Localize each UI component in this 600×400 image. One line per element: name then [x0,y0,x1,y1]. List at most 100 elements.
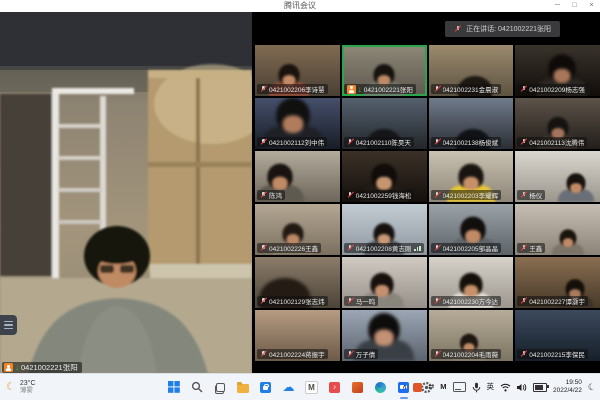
wifi-icon[interactable] [500,383,511,392]
participant-name: 0421002208黄志刚 [356,243,412,253]
mic-muted-icon [434,350,441,358]
participant-grid-pane: 正在讲话: 0421002221张阳 0421002206李诗慧 ↓0421002… [255,12,600,374]
participant-nameplate: 0421002208黄志刚 [344,243,424,253]
battery-icon[interactable] [533,383,547,392]
participant-tile[interactable]: 0421002112刘中伟 [255,98,340,149]
participant-tile[interactable]: 0421002231金晨淑 [429,45,514,96]
mic-muted-icon [434,191,441,199]
participant-list-toggle[interactable] [0,315,17,335]
onedrive-button[interactable]: ☁ [281,380,296,395]
participant-tile[interactable]: 0421002230方今达 [429,257,514,308]
office-app-button[interactable] [350,380,365,395]
store-bag-icon [260,382,271,393]
participant-name: 0421002110陈昊天 [356,137,411,147]
weather-widget[interactable]: ☾ 23°C 薄雾 [6,374,36,400]
participant-name: 0421002203李耀辉 [443,190,499,200]
windows-taskbar: ☾ 23°C 薄雾 ☁ M ♪ [0,373,600,400]
participant-nameplate: 杨仪 [517,190,545,200]
mic-muted-icon [520,350,527,358]
participant-nameplate: 0421002112刘中伟 [257,137,327,147]
participant-tile[interactable]: 0421002208黄志刚 [342,204,427,255]
file-explorer-button[interactable] [235,380,250,395]
participant-tile[interactable]: 0421002206李诗慧 [255,45,340,96]
participant-nameplate: 马一鸣 [344,296,379,306]
meeting-main-area: ↓ 0421002221张阳 正在讲话: 0421002221张阳 042100… [0,12,600,374]
keyboard-icon[interactable] [453,382,466,392]
mic-muted-icon [520,297,527,305]
tray-time: 19:50 [566,379,582,387]
participant-tile[interactable]: 0421002138杨俊斌 [429,98,514,149]
participant-tile[interactable]: 0421002209杨志强 [515,45,600,96]
volume-icon[interactable] [517,383,527,392]
maximize-button[interactable]: □ [566,0,583,12]
participant-tile[interactable]: 0421002226王鑫 [255,204,340,255]
start-button[interactable] [166,380,181,395]
speaking-banner: 正在讲话: 0421002221张阳 [445,21,560,37]
member-icon [347,85,356,94]
tray-m-icon[interactable]: M [440,383,446,391]
mic-muted-icon [260,244,267,252]
system-tray: ∧ ⇄ M 英 19:50 2022/4/22 ☾ [402,374,596,400]
participant-name: 0421002205邹晶晶 [443,243,499,253]
participant-nameplate: 0421002206李诗慧 [257,84,328,94]
mic-muted-icon [260,297,267,305]
participant-name: 0421002113沈腾伟 [529,137,584,147]
mic-muted-icon [434,138,441,146]
participant-tile[interactable]: 0421002203李耀辉 [429,151,514,202]
participant-tile[interactable]: 0421002215李保民 [515,310,600,361]
windows-logo-icon [168,381,180,393]
mic-muted-icon [434,85,441,93]
task-view-button[interactable] [212,380,227,395]
participant-tile[interactable]: 0421002227谭灏宇 [515,257,600,308]
participant-nameplate: 0421002226王鑫 [257,243,321,253]
participant-name: 0421002206李诗慧 [269,84,325,94]
participant-tile[interactable]: 王鑫 [515,204,600,255]
mic-muted-icon [434,297,441,305]
m-app-button[interactable]: M [304,380,319,395]
mic-muted-icon [347,191,354,199]
mic-muted-icon [520,191,527,199]
participant-tile[interactable]: 0421002204毛雨薇 [429,310,514,361]
participant-tile[interactable]: 万子倩 [342,310,427,361]
taskbar-center-icons: ☁ M ♪ [166,374,434,400]
participant-name: 杨仪 [529,190,542,200]
close-button[interactable]: × [583,0,600,12]
weather-moon-icon: ☾ [6,382,16,393]
participant-nameplate: 0421002209杨志强 [517,84,588,94]
speaking-label: 正在讲话: 0421002221张阳 [466,24,551,34]
minimize-button[interactable]: ─ [549,0,566,12]
meeting-tray-icon[interactable] [413,383,422,392]
clock[interactable]: 19:50 2022/4/22 [553,379,582,395]
music-app-button[interactable]: ♪ [327,380,342,395]
participant-tile[interactable]: 陈鸿 [255,151,340,202]
participant-tile[interactable]: 马一鸣 [342,257,427,308]
tray-expand-button[interactable]: ∧ [402,383,407,391]
participant-name: 万子倩 [356,349,376,359]
participant-name: 0421002129张志炜 [269,296,325,306]
participant-nameplate: 0421002203李耀辉 [431,190,502,200]
participant-tile[interactable]: 杨仪 [515,151,600,202]
swap-arrows-icon[interactable]: ⇄ [428,383,434,391]
participant-tile[interactable]: 0421002110陈昊天 [342,98,427,149]
edge-button[interactable] [373,380,388,395]
microphone-icon[interactable] [472,382,481,393]
main-video-tile[interactable]: ↓ 0421002221张阳 [0,12,252,374]
participant-tile[interactable]: 0421002129张志炜 [255,257,340,308]
participant-tile[interactable]: 0421002224蒋振宇 [255,310,340,361]
participant-tile[interactable]: 0421002205邹晶晶 [429,204,514,255]
participant-tile[interactable]: ↓0421002221张阳 [342,45,427,96]
search-button[interactable] [189,380,204,395]
participant-name: 0421002231金晨淑 [443,84,499,94]
participant-tile[interactable]: 0421002259钱海松 [342,151,427,202]
night-mode-icon[interactable]: ☾ [587,381,598,394]
download-arrow-icon: ↓ [15,363,19,372]
self-nameplate: ↓ 0421002221张阳 [2,362,82,373]
participant-tile[interactable]: 0421002113沈腾伟 [515,98,600,149]
mic-muted-icon [260,350,267,358]
participant-nameplate: 王鑫 [517,243,545,253]
ime-language-indicator[interactable]: 英 [487,383,495,391]
store-button[interactable] [258,380,273,395]
participant-name: 王鑫 [529,243,542,253]
participant-name: 0421002209杨志强 [529,84,585,94]
participant-name: 马一鸣 [356,296,376,306]
